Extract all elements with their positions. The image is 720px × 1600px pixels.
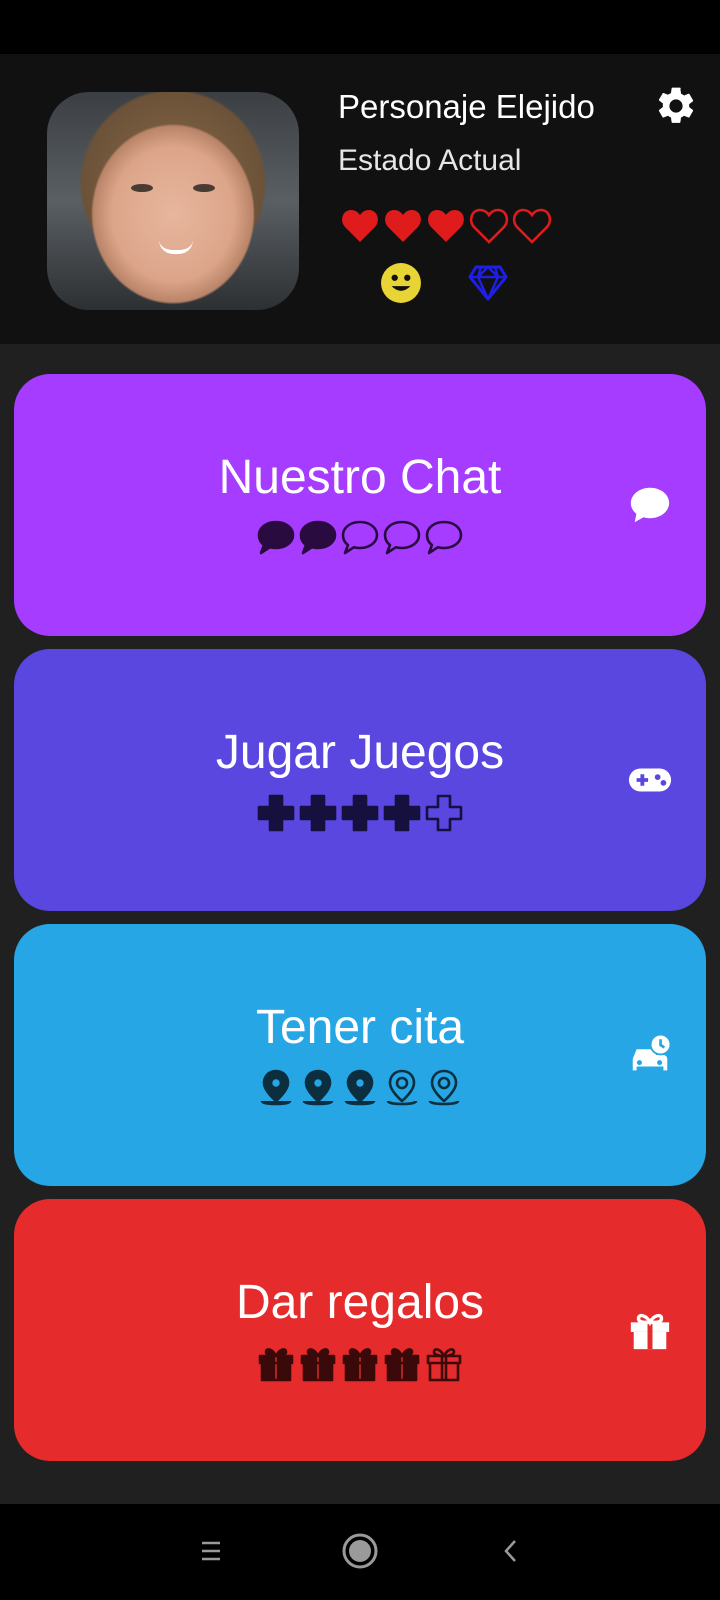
gifts-card[interactable]: Dar regalos [14,1199,706,1461]
plus-cross-empty-icon [425,794,463,832]
gift-filled-icon [300,1348,336,1382]
smiley-icon [381,263,421,303]
card-title: Nuestro Chat [218,451,502,504]
avatar-eye [131,184,153,192]
menu-icon[interactable] [186,1526,236,1576]
chat-card[interactable]: Nuestro Chat [14,374,706,636]
heart-filled-icon [385,210,421,242]
status-icons [380,262,520,306]
character-name: Personaje Elejido [338,88,595,125]
gem-icon [468,265,508,301]
map-pin-empty-icon [386,1069,418,1106]
chat-bubble-icon [630,487,670,523]
chat-meter [0,518,720,558]
card-title: Jugar Juegos [215,726,505,779]
avatar-smile [159,240,193,254]
system-nav-bar [0,1504,720,1600]
card-title: Tener cita [255,1001,465,1054]
affection-hearts [339,206,553,248]
speech-bubble-filled-icon [299,520,337,555]
speech-bubble-empty-icon [425,520,463,555]
home-icon[interactable] [335,1526,385,1576]
status-bar [0,0,720,54]
plus-cross-filled-icon [299,794,337,832]
speech-bubble-filled-icon [257,520,295,555]
avatar-eye [193,184,215,192]
gift-filled-icon [384,1348,420,1382]
date-meter [0,1068,720,1108]
heart-empty-icon [469,208,509,244]
heart-filled-icon [342,210,378,242]
speech-bubble-empty-icon [341,520,379,555]
games-meter [0,793,720,833]
gift-icon [630,1313,670,1350]
car-clock-icon [632,1033,672,1071]
map-pin-empty-icon [428,1069,460,1106]
heart-filled-icon [428,210,464,242]
games-card[interactable]: Jugar Juegos [14,649,706,911]
avatar [47,92,299,310]
map-pin-filled-icon [344,1069,376,1106]
plus-cross-filled-icon [383,794,421,832]
gift-empty-icon [426,1348,462,1382]
heart-empty-icon [512,208,552,244]
back-icon[interactable] [486,1526,536,1576]
card-title: Dar regalos [235,1276,485,1329]
map-pin-filled-icon [302,1069,334,1106]
gamepad-icon [628,768,672,792]
gift-filled-icon [258,1348,294,1382]
plus-cross-filled-icon [257,794,295,832]
gift-filled-icon [342,1348,378,1382]
date-card[interactable]: Tener cita [14,924,706,1186]
plus-cross-filled-icon [341,794,379,832]
character-status: Estado Actual [338,144,522,177]
speech-bubble-empty-icon [383,520,421,555]
gifts-meter [0,1343,720,1383]
gear-icon[interactable] [654,84,698,128]
map-pin-filled-icon [260,1069,292,1106]
